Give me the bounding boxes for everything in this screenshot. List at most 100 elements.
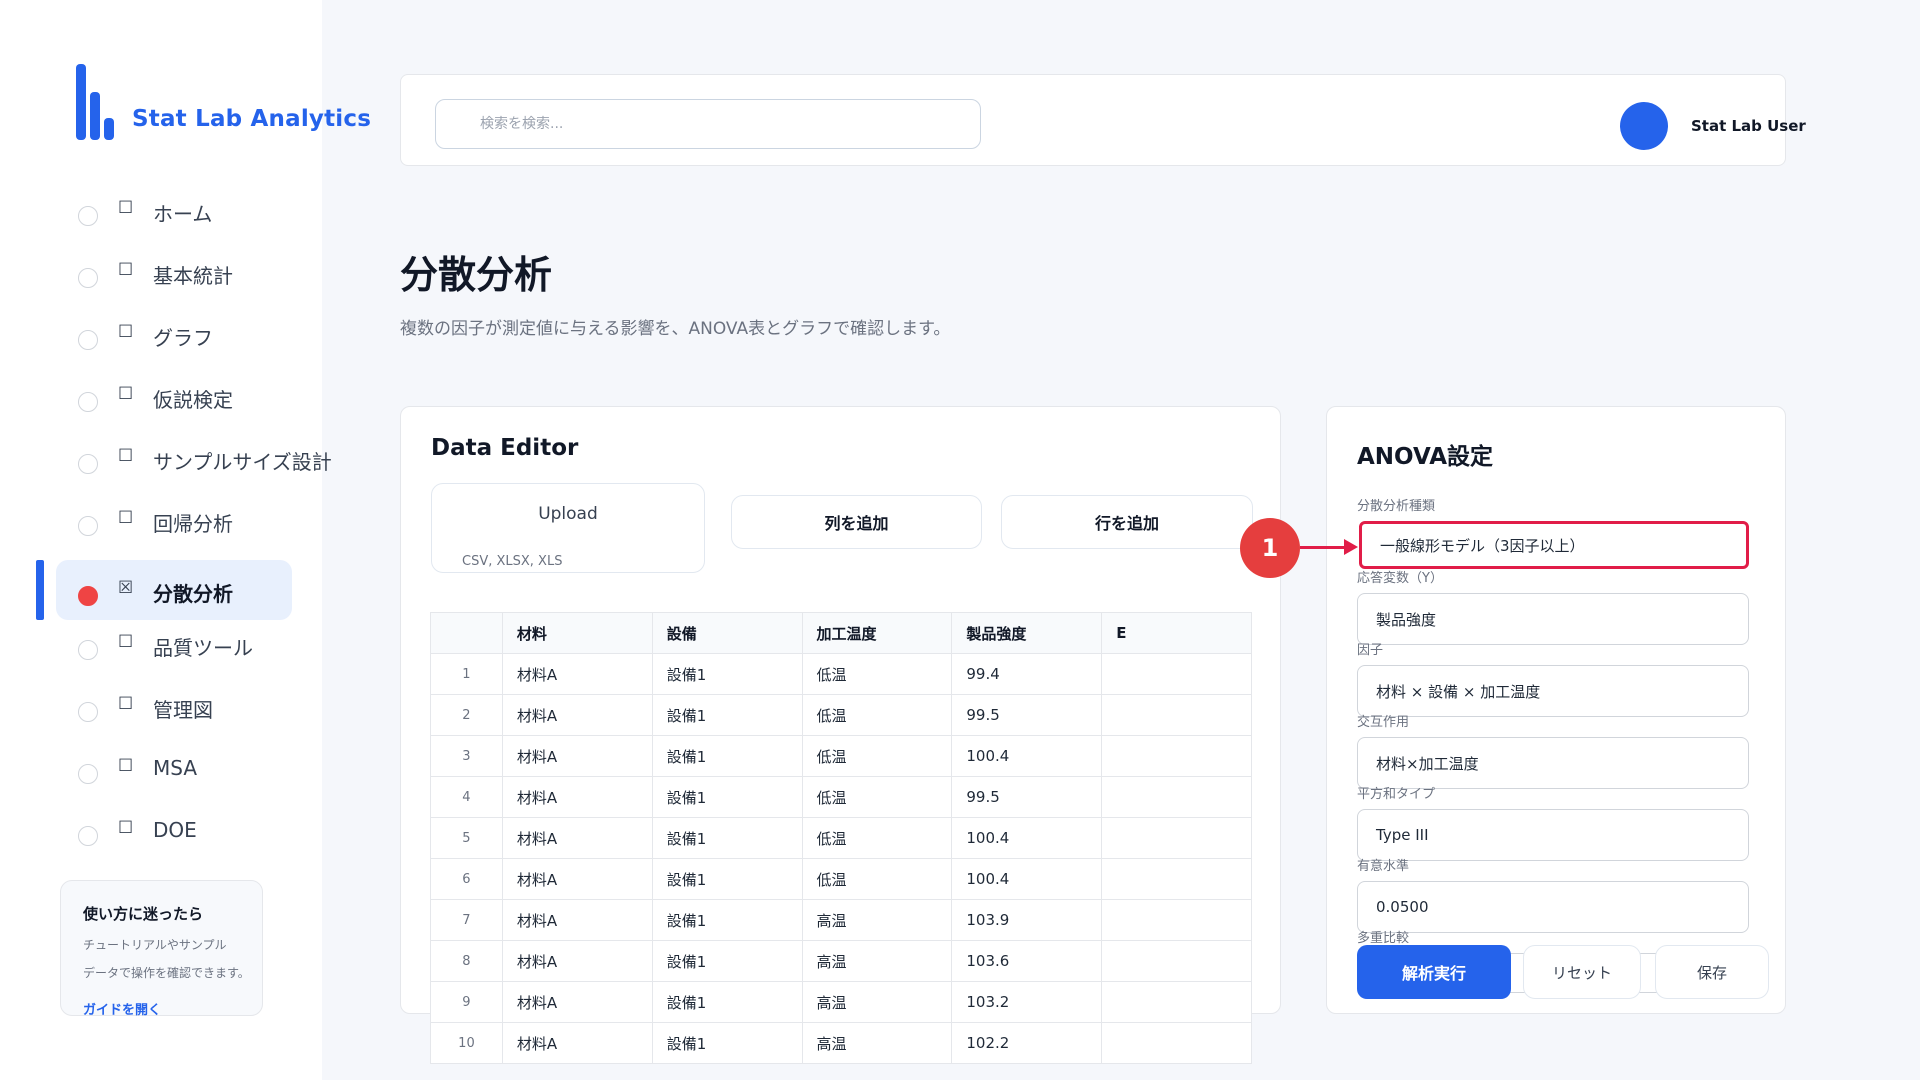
- column-header[interactable]: [430, 612, 503, 654]
- table-cell[interactable]: 低温: [801, 776, 953, 818]
- significance-level-label: 有意水準: [1357, 859, 1410, 874]
- table-cell[interactable]: 材料A: [501, 940, 653, 982]
- table-cell[interactable]: 設備1: [651, 817, 803, 859]
- row-index: 4: [430, 776, 503, 818]
- table-cell[interactable]: [1101, 776, 1252, 818]
- radio-icon: [78, 586, 98, 606]
- sidebar-item-msa[interactable]: ☐ MSA: [56, 738, 292, 798]
- sidebar-item-doe[interactable]: ☐ DOE: [56, 800, 292, 860]
- table-cell[interactable]: 100.4: [951, 858, 1103, 900]
- table-cell[interactable]: 高温: [801, 981, 953, 1023]
- table-header-row: 材料 設備 加工温度 製品強度 E: [430, 612, 1252, 654]
- table-row: 3 材料A 設備1 低温 100.4: [430, 735, 1252, 777]
- table-cell[interactable]: 設備1: [651, 899, 803, 941]
- table-cell[interactable]: 103.9: [951, 899, 1103, 941]
- table-cell[interactable]: [1101, 1022, 1252, 1064]
- table-cell[interactable]: 設備1: [651, 776, 803, 818]
- save-button[interactable]: 保存: [1655, 945, 1769, 999]
- table-cell[interactable]: 材料A: [501, 899, 653, 941]
- table-cell[interactable]: 設備1: [651, 1022, 803, 1064]
- table-cell[interactable]: [1101, 735, 1252, 777]
- table-cell[interactable]: 材料A: [501, 817, 653, 859]
- add-column-button[interactable]: 列を追加: [731, 495, 982, 549]
- table-cell[interactable]: [1101, 653, 1252, 695]
- row-index: 2: [430, 694, 503, 736]
- table-cell[interactable]: 99.4: [951, 653, 1103, 695]
- table-cell[interactable]: 材料A: [501, 981, 653, 1023]
- logo-bars-icon: [74, 62, 120, 140]
- table-cell[interactable]: 材料A: [501, 694, 653, 736]
- app-logo[interactable]: Stat Lab Analytics: [74, 62, 371, 140]
- table-row: 7 材料A 設備1 高温 103.9: [430, 899, 1252, 941]
- table-cell[interactable]: 高温: [801, 940, 953, 982]
- upload-button[interactable]: Upload CSV, XLSX, XLS: [431, 483, 705, 573]
- data-table: 材料 設備 加工温度 製品強度 E 1 材料A 設備1 低温 99.4 2 材料…: [430, 612, 1252, 1064]
- search-input[interactable]: [435, 99, 981, 149]
- sidebar-item-control-chart[interactable]: ☐ 管理図: [56, 676, 292, 736]
- table-cell[interactable]: 低温: [801, 694, 953, 736]
- guide-link[interactable]: ガイドを開く: [83, 999, 161, 1018]
- table-cell[interactable]: 高温: [801, 899, 953, 941]
- sidebar-item-sample-size[interactable]: ☐ サンプルサイズ設計: [56, 428, 332, 488]
- sidebar-item-home[interactable]: ☐ ホーム: [56, 180, 292, 240]
- column-header[interactable]: 加工温度: [801, 612, 953, 654]
- column-header[interactable]: 設備: [651, 612, 803, 654]
- table-cell[interactable]: 材料A: [501, 776, 653, 818]
- sidebar-item-regression[interactable]: ☐ 回帰分析: [56, 490, 292, 550]
- interaction-select[interactable]: 材料×加工温度: [1357, 737, 1749, 789]
- sidebar-item-quality-tools[interactable]: ☐ 品質ツール: [56, 614, 292, 674]
- table-cell[interactable]: 102.2: [951, 1022, 1103, 1064]
- avatar[interactable]: [1620, 102, 1668, 150]
- table-cell[interactable]: 99.5: [951, 694, 1103, 736]
- sidebar-item-basic-stats[interactable]: ☐ 基本統計: [56, 242, 292, 302]
- sidebar-item-graph[interactable]: ☐ グラフ: [56, 304, 292, 364]
- sidebar-item-anova[interactable]: ☒ 分散分析: [56, 560, 292, 620]
- table-cell[interactable]: 材料A: [501, 1022, 653, 1064]
- reset-button[interactable]: リセット: [1523, 945, 1641, 999]
- table-cell[interactable]: 材料A: [501, 653, 653, 695]
- table-cell[interactable]: 高温: [801, 1022, 953, 1064]
- sidebar-item-hypothesis-test[interactable]: ☐ 仮説検定: [56, 366, 292, 426]
- table-cell[interactable]: 設備1: [651, 653, 803, 695]
- column-header[interactable]: 材料: [501, 612, 653, 654]
- factors-select[interactable]: 材料 × 設備 × 加工温度: [1357, 665, 1749, 717]
- add-row-button[interactable]: 行を追加: [1001, 495, 1253, 549]
- row-index: 9: [430, 981, 503, 1023]
- table-cell[interactable]: 99.5: [951, 776, 1103, 818]
- table-cell[interactable]: 設備1: [651, 940, 803, 982]
- table-cell[interactable]: 設備1: [651, 735, 803, 777]
- table-cell[interactable]: 材料A: [501, 858, 653, 900]
- table-cell[interactable]: 低温: [801, 817, 953, 859]
- response-variable-select[interactable]: 製品強度: [1357, 593, 1749, 645]
- table-cell[interactable]: 設備1: [651, 694, 803, 736]
- row-index: 6: [430, 858, 503, 900]
- checkbox-icon: ☐: [118, 198, 134, 218]
- column-header[interactable]: E: [1101, 612, 1252, 654]
- column-header[interactable]: 製品強度: [951, 612, 1103, 654]
- table-cell[interactable]: 設備1: [651, 981, 803, 1023]
- sum-of-squares-select[interactable]: Type III: [1357, 809, 1749, 861]
- table-cell[interactable]: [1101, 858, 1252, 900]
- table-cell[interactable]: [1101, 940, 1252, 982]
- sidebar-item-label: 基本統計: [153, 264, 233, 288]
- table-cell[interactable]: 低温: [801, 858, 953, 900]
- anova-type-select[interactable]: 一般線形モデル（3因子以上）: [1359, 521, 1749, 569]
- table-cell[interactable]: [1101, 899, 1252, 941]
- table-cell[interactable]: 材料A: [501, 735, 653, 777]
- table-cell[interactable]: 100.4: [951, 817, 1103, 859]
- table-cell[interactable]: 103.2: [951, 981, 1103, 1023]
- table-cell[interactable]: 100.4: [951, 735, 1103, 777]
- table-cell[interactable]: 低温: [801, 653, 953, 695]
- table-cell[interactable]: [1101, 981, 1252, 1023]
- significance-level-input[interactable]: 0.0500: [1357, 881, 1749, 933]
- table-cell[interactable]: 103.6: [951, 940, 1103, 982]
- radio-icon: [78, 206, 98, 226]
- row-index: 8: [430, 940, 503, 982]
- table-cell[interactable]: [1101, 694, 1252, 736]
- table-cell[interactable]: [1101, 817, 1252, 859]
- table-cell[interactable]: 低温: [801, 735, 953, 777]
- upload-label: Upload: [538, 504, 598, 524]
- table-cell[interactable]: 設備1: [651, 858, 803, 900]
- run-analysis-button[interactable]: 解析実行: [1357, 945, 1511, 999]
- user-name: Stat Lab User: [1691, 117, 1806, 135]
